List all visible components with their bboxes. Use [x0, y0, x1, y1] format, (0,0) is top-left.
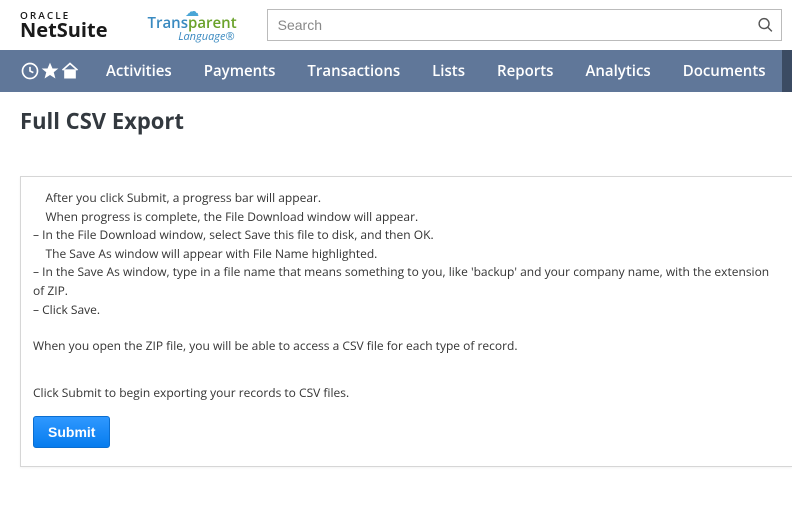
open-zip-note: When you open the ZIP file, you will be …	[33, 337, 776, 356]
nav-documents[interactable]: Documents	[667, 50, 782, 92]
submit-button[interactable]: Submit	[33, 416, 110, 448]
instruction-line: – In the File Download window, select Sa…	[33, 226, 776, 245]
nav-items: Activities Payments Transactions Lists R…	[90, 50, 792, 92]
recent-records-icon[interactable]	[20, 50, 40, 92]
instruction-line: After you click Submit, a progress bar w…	[33, 189, 776, 208]
export-card: After you click Submit, a progress bar w…	[20, 176, 792, 467]
submit-prompt: Click Submit to begin exporting your rec…	[33, 384, 776, 403]
favorites-icon[interactable]	[40, 50, 60, 92]
search-icon[interactable]	[757, 17, 774, 34]
search-input[interactable]	[267, 9, 782, 41]
instructions-block: After you click Submit, a progress bar w…	[33, 189, 776, 319]
instruction-line: – Click Save.	[33, 301, 776, 320]
nav-payments[interactable]: Payments	[188, 50, 292, 92]
instruction-line: The Save As window will appear with File…	[33, 245, 776, 264]
nav-reports[interactable]: Reports	[481, 50, 569, 92]
logo-netsuite-text: NetSuite	[20, 20, 108, 40]
instruction-line: – In the Save As window, type in a file …	[33, 263, 776, 300]
nav-activities[interactable]: Activities	[90, 50, 188, 92]
page-title: Full CSV Export	[20, 106, 792, 136]
nav-transactions[interactable]: Transactions	[291, 50, 416, 92]
page-content: Full CSV Export After you click Submit, …	[0, 92, 792, 467]
nav-analytics[interactable]: Analytics	[569, 50, 666, 92]
nav-setup-truncated[interactable]: S	[782, 50, 792, 92]
transparent-logo-sub: Language®	[178, 31, 234, 42]
top-bar: ORACLE NetSuite ☁ Transparent Language®	[0, 0, 792, 50]
global-search	[267, 9, 782, 41]
main-nav: Activities Payments Transactions Lists R…	[0, 50, 792, 92]
nav-lists[interactable]: Lists	[416, 50, 481, 92]
oracle-netsuite-logo: ORACLE NetSuite	[20, 10, 108, 40]
transparent-language-logo: ☁ Transparent Language®	[148, 8, 237, 42]
instruction-line: When progress is complete, the File Down…	[33, 208, 776, 227]
home-icon[interactable]	[60, 50, 80, 92]
